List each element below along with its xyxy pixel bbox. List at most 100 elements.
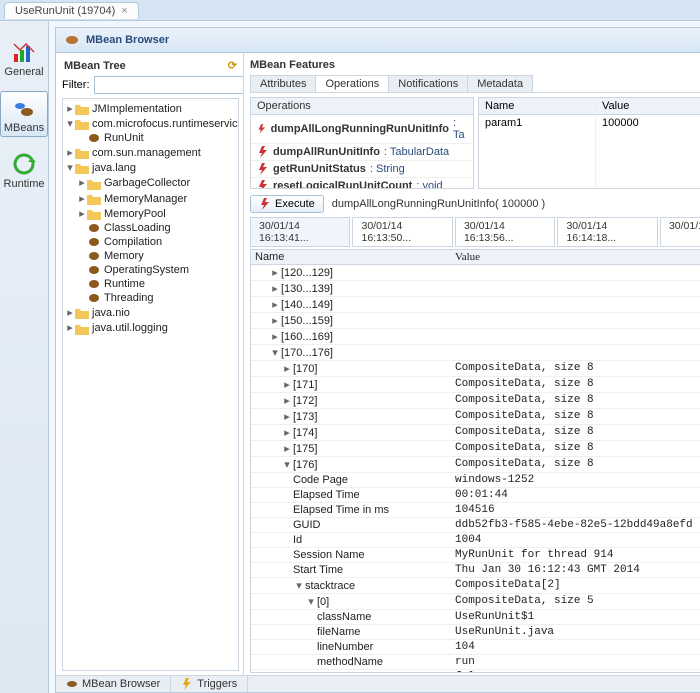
bottom-tab-triggers[interactable]: Triggers	[171, 676, 248, 692]
result-key[interactable]: lineNumber	[317, 641, 373, 653]
result-key[interactable]: Code Page	[293, 474, 348, 486]
collapse-icon[interactable]: ▾	[269, 346, 281, 359]
collapse-icon[interactable]: ▾	[305, 595, 317, 608]
expand-icon[interactable]: ▸	[269, 298, 281, 311]
tree-node[interactable]: com.microfocus.runtimeservices	[92, 118, 239, 130]
expand-icon[interactable]: ▸	[281, 378, 293, 391]
operation-item[interactable]: getRunUnitStatus: String	[251, 161, 473, 178]
tree-node[interactable]: Memory	[104, 250, 144, 262]
result-key[interactable]: [174]	[293, 427, 317, 439]
param-name[interactable]: param1	[479, 115, 595, 131]
result-key[interactable]: GUID	[293, 519, 321, 531]
result-key[interactable]: [160...169]	[281, 331, 333, 343]
expand-icon[interactable]: ▸	[65, 321, 75, 334]
rail-item-runtime[interactable]: Runtime	[0, 147, 48, 193]
result-key[interactable]: Elapsed Time in ms	[293, 504, 389, 516]
result-key[interactable]: className	[317, 611, 371, 623]
result-key[interactable]: [120...129]	[281, 267, 333, 279]
tab-attributes[interactable]: Attributes	[250, 75, 316, 92]
tree-node[interactable]: ClassLoading	[104, 222, 171, 234]
result-key[interactable]: methodName	[317, 656, 383, 668]
result-key[interactable]: [172]	[293, 395, 317, 407]
execute-button[interactable]: Execute	[250, 195, 324, 213]
result-key[interactable]: stacktrace	[305, 580, 355, 592]
expand-icon[interactable]: ▸	[269, 330, 281, 343]
tree-node[interactable]: OperatingSystem	[104, 264, 189, 276]
expand-icon[interactable]: ▸	[65, 146, 75, 159]
tree-node[interactable]: JMImplementation	[92, 103, 182, 115]
expand-icon[interactable]: ▸	[269, 314, 281, 327]
operations-list[interactable]: Operations dumpAllLongRunningRunUnitInfo…	[250, 97, 474, 189]
result-key[interactable]: [150...159]	[281, 315, 333, 327]
expand-icon[interactable]: ▸	[281, 410, 293, 423]
call-tab[interactable]: 30/01/14 16:14:18...	[557, 217, 657, 247]
tree-node[interactable]: Threading	[104, 292, 154, 304]
result-key[interactable]: Elapsed Time	[293, 489, 360, 501]
result-key[interactable]: [170...176]	[281, 347, 333, 359]
tree-node[interactable]: RunUnit	[104, 132, 144, 144]
tab-metadata[interactable]: Metadata	[467, 75, 533, 92]
collapse-icon[interactable]: ▾	[65, 161, 75, 174]
collapse-icon[interactable]: ▾	[281, 458, 293, 471]
rail-item-general[interactable]: General	[0, 35, 48, 81]
refresh-icon[interactable]: ⟳	[228, 59, 237, 72]
tree-node[interactable]: java.util.logging	[92, 322, 168, 334]
result-key[interactable]: [171]	[293, 379, 317, 391]
close-icon[interactable]: ×	[121, 5, 127, 17]
expand-icon[interactable]: ▸	[281, 394, 293, 407]
collapse-icon[interactable]: ▾	[293, 579, 305, 592]
expand-icon[interactable]: ▸	[269, 266, 281, 279]
result-grid[interactable]: NameValue ▸[120...129] ▸[130...139] ▸[14…	[250, 249, 700, 673]
tree-node[interactable]: com.sun.management	[92, 147, 201, 159]
rail-item-mbeans[interactable]: MBeans	[0, 91, 48, 137]
call-tab[interactable]: 30/01/14 16:13:56...	[455, 217, 555, 247]
result-key[interactable]: [130...139]	[281, 283, 333, 295]
result-key[interactable]: [175]	[293, 443, 317, 455]
bottom-tab-browser[interactable]: MBean Browser	[56, 676, 171, 692]
call-tabs: 30/01/14 16:13:41... 30/01/14 16:13:50..…	[250, 217, 700, 247]
operation-item[interactable]: dumpAllLongRunningRunUnitInfo: Ta	[251, 115, 473, 144]
expand-icon[interactable]: ▸	[77, 176, 87, 189]
result-key[interactable]: [173]	[293, 411, 317, 423]
mbean-tree[interactable]: ▸ JMImplementation ▾ com.microfocus.runtim…	[62, 98, 239, 671]
tab-notifications[interactable]: Notifications	[388, 75, 468, 92]
expand-icon[interactable]: ▸	[77, 192, 87, 205]
result-key[interactable]: [170]	[293, 363, 317, 375]
result-key[interactable]: Start Time	[293, 564, 343, 576]
expand-icon[interactable]: ▸	[269, 282, 281, 295]
call-tab[interactable]: 30/01/1	[660, 217, 700, 247]
collapse-icon[interactable]: ▾	[65, 117, 75, 130]
tree-node[interactable]: Runtime	[104, 278, 145, 290]
tree-node[interactable]: GarbageCollector	[104, 177, 190, 189]
call-tab[interactable]: 30/01/14 16:13:41...	[250, 217, 350, 247]
call-tab[interactable]: 30/01/14 16:13:50...	[352, 217, 452, 247]
tree-node[interactable]: MemoryPool	[104, 208, 166, 220]
expand-icon[interactable]: ▸	[281, 426, 293, 439]
tree-node[interactable]: java.lang	[92, 162, 136, 174]
result-key[interactable]: fileName	[317, 626, 360, 638]
result-key[interactable]: [140...149]	[281, 299, 333, 311]
expand-icon[interactable]: ▸	[281, 442, 293, 455]
expand-icon[interactable]: ▸	[65, 306, 75, 319]
tree-node[interactable]: java.nio	[92, 307, 130, 319]
window-tab[interactable]: UseRunUnit (19704) ×	[4, 2, 139, 19]
result-key[interactable]: Id	[293, 534, 302, 546]
operation-item[interactable]: dumpAllRunUnitInfo: TabularData	[251, 144, 473, 161]
result-key[interactable]: Session Name	[293, 549, 365, 561]
expand-icon[interactable]: ▸	[77, 207, 87, 220]
result-key[interactable]: nativeMethod	[317, 671, 383, 673]
tab-operations[interactable]: Operations	[315, 75, 389, 92]
tree-title: MBean Tree ⟳	[62, 57, 239, 76]
result-key[interactable]: [0]	[317, 596, 329, 608]
tree-node[interactable]: MemoryManager	[104, 193, 187, 205]
result-value: 104516	[451, 503, 700, 517]
param-value[interactable]: 100000	[596, 115, 700, 131]
param-grid[interactable]: Name param1 Value 100000	[478, 97, 700, 189]
bolt-icon	[259, 198, 271, 210]
expand-icon[interactable]: ▸	[65, 102, 75, 115]
filter-input[interactable]	[94, 76, 245, 94]
result-key[interactable]: [176]	[293, 459, 317, 471]
expand-icon[interactable]: ▸	[281, 362, 293, 375]
tree-node[interactable]: Compilation	[104, 236, 162, 248]
operation-item[interactable]: resetLogicalRunUnitCount: void	[251, 178, 473, 189]
